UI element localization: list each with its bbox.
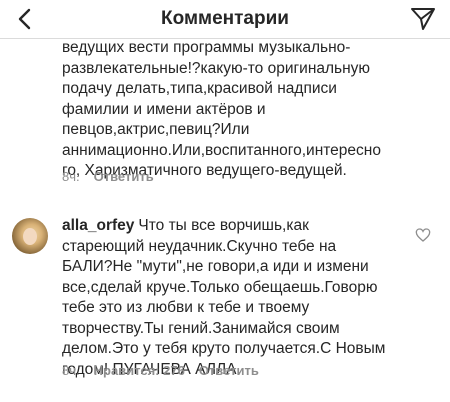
comment-text: Что ты все ворчишь,как стареющий неудачн… [62,217,386,378]
comment-meta: 8ч. Ответить [62,169,154,184]
direct-share-icon[interactable] [410,7,436,31]
comment-time: 8ч. [62,169,80,184]
comment: alla_orfey Что ты все ворчишь,как стареющ… [62,216,414,380]
comment-time: 8ч. [62,363,80,378]
reply-button[interactable]: Ответить [94,169,154,184]
reply-button[interactable]: Ответить [199,363,259,378]
top-bar: Комментарии [0,0,450,39]
page-title: Комментарии [161,8,289,29]
avatar[interactable] [12,218,48,254]
heart-icon[interactable] [415,227,431,243]
comment-text: ведущих вести программы музыкально- разв… [62,39,381,179]
avatar-face [23,228,37,245]
comment-username[interactable]: alla_orfey [62,217,134,234]
comment-meta: 8ч. Нравится: 276 Ответить [62,363,259,378]
likes-count[interactable]: Нравится: 276 [94,363,185,378]
